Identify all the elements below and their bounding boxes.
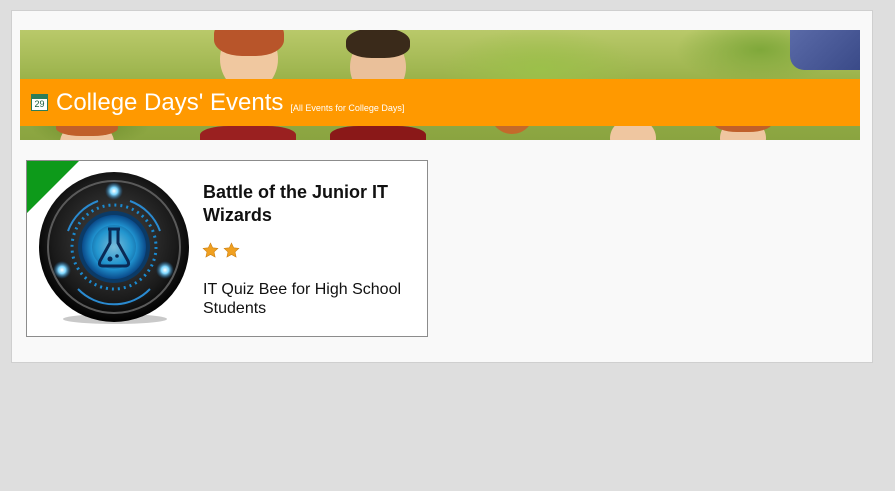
calendar-icon: 29 bbox=[31, 94, 48, 111]
banner-figure-hair bbox=[214, 30, 284, 56]
event-badge-image[interactable] bbox=[38, 171, 191, 326]
calendar-day-number: 29 bbox=[34, 99, 45, 109]
event-card[interactable]: Battle of the Junior IT Wizards IT Quiz … bbox=[26, 160, 428, 337]
banner-figure-robe bbox=[200, 126, 296, 140]
banner-title-bar: 29 College Days' Events [All Events for … bbox=[20, 79, 860, 126]
banner-figure-hair bbox=[346, 30, 410, 58]
events-panel: 29 College Days' Events [All Events for … bbox=[11, 10, 873, 363]
event-title[interactable]: Battle of the Junior IT Wizards bbox=[203, 181, 418, 227]
all-events-link[interactable]: [All Events for College Days] bbox=[290, 103, 404, 113]
events-banner: 29 College Days' Events [All Events for … bbox=[20, 30, 860, 140]
page-title: College Days' Events bbox=[56, 88, 284, 116]
star-icon bbox=[223, 242, 240, 258]
event-rating bbox=[202, 242, 240, 259]
banner-sign bbox=[790, 30, 860, 70]
calendar-icon-header bbox=[32, 95, 47, 99]
star-icon bbox=[202, 242, 219, 258]
banner-figure-robe bbox=[330, 126, 426, 140]
event-description: IT Quiz Bee for High School Students bbox=[203, 281, 402, 317]
